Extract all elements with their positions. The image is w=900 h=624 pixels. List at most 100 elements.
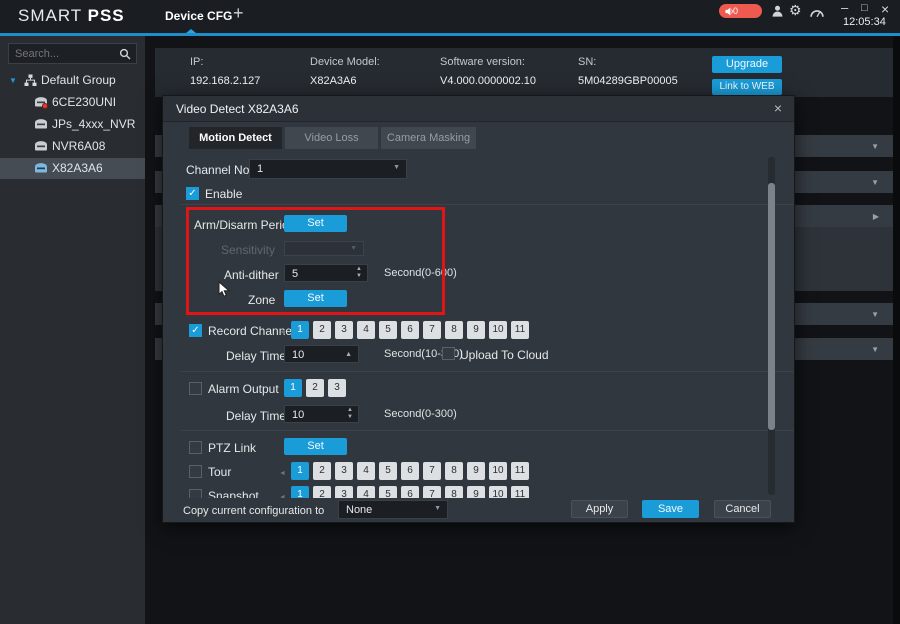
- new-tab-button[interactable]: +: [233, 3, 244, 24]
- channel-button-1[interactable]: 1: [284, 379, 302, 397]
- channel-button-10[interactable]: 10: [489, 486, 507, 498]
- device-tree-sidebar: ▼ Default Group 6CE230UNI JPs_4xxx_NVR N…: [0, 36, 145, 624]
- channel-button-6[interactable]: 6: [401, 486, 419, 498]
- dialog-title: Video Detect X82A3A6: [176, 102, 299, 116]
- link-to-web-button[interactable]: Link to WEB: [712, 79, 782, 95]
- gear-icon[interactable]: ⚙: [789, 2, 802, 19]
- apply-button[interactable]: Apply: [571, 500, 628, 518]
- spinner-up-icon[interactable]: ▲: [347, 407, 353, 414]
- group-icon: [24, 74, 37, 90]
- tab-device-cfg[interactable]: Device CFG: [165, 9, 232, 23]
- channel-button-3[interactable]: 3: [335, 486, 353, 498]
- chevron-down-icon[interactable]: ▼: [9, 76, 17, 85]
- window-edge: [893, 36, 900, 624]
- software-version-label: Software version:: [440, 56, 525, 68]
- scroll-left-icon[interactable]: ◄: [279, 494, 286, 498]
- channel-button-2[interactable]: 2: [313, 462, 331, 480]
- channel-button-11[interactable]: 11: [511, 321, 529, 339]
- tree-device-nvr6a08[interactable]: NVR6A08: [0, 136, 145, 157]
- channel-select-value: 1: [257, 163, 263, 175]
- ptz-link-checkbox[interactable]: [189, 441, 202, 454]
- tree-device-jps-4xxx-nvr[interactable]: JPs_4xxx_NVR: [0, 114, 145, 135]
- ptz-set-button[interactable]: Set: [284, 438, 347, 455]
- channel-button-5[interactable]: 5: [379, 462, 397, 480]
- channel-button-2[interactable]: 2: [306, 379, 324, 397]
- spinner-up-icon[interactable]: ▲: [345, 351, 352, 358]
- channel-button-7[interactable]: 7: [423, 486, 441, 498]
- channel-button-4[interactable]: 4: [357, 486, 375, 498]
- record-delay-stepper[interactable]: 10 ▲: [284, 345, 359, 363]
- upgrade-button[interactable]: Upgrade: [712, 56, 782, 73]
- channel-button-1[interactable]: 1: [291, 321, 309, 339]
- channel-button-9[interactable]: 9: [467, 486, 485, 498]
- channel-button-7[interactable]: 7: [423, 321, 441, 339]
- chevron-down-icon: ▼: [871, 142, 879, 151]
- cancel-button[interactable]: Cancel: [714, 500, 771, 518]
- scroll-left-icon[interactable]: ◄: [279, 470, 286, 477]
- network-gauge-icon[interactable]: [810, 5, 824, 23]
- channel-button-4[interactable]: 4: [357, 321, 375, 339]
- snapshot-checkbox[interactable]: [189, 489, 202, 498]
- channel-button-5[interactable]: 5: [379, 321, 397, 339]
- alarm-counter-badge[interactable]: 0: [719, 4, 762, 18]
- channel-button-7[interactable]: 7: [423, 462, 441, 480]
- check-icon: ✓: [191, 325, 199, 336]
- channel-button-6[interactable]: 6: [401, 321, 419, 339]
- channel-button-3[interactable]: 3: [335, 462, 353, 480]
- device-label[interactable]: JPs_4xxx_NVR: [52, 117, 135, 131]
- alarm-delay-stepper[interactable]: 10 ▲▼: [284, 405, 359, 423]
- tab-camera-masking[interactable]: Camera Masking: [381, 127, 476, 149]
- tour-checkbox[interactable]: [189, 465, 202, 478]
- alarm-output-checkbox[interactable]: [189, 382, 202, 395]
- channel-button-1[interactable]: 1: [291, 486, 309, 498]
- device-label[interactable]: X82A3A6: [52, 161, 103, 175]
- channel-button-3[interactable]: 3: [335, 321, 353, 339]
- dialog-close-button[interactable]: ×: [774, 100, 782, 116]
- minimize-button[interactable]: –: [841, 0, 848, 15]
- search-icon[interactable]: [119, 48, 131, 60]
- window-close-button[interactable]: ×: [881, 1, 889, 17]
- channel-button-8[interactable]: 8: [445, 462, 463, 480]
- channel-button-10[interactable]: 10: [489, 462, 507, 480]
- tab-video-loss[interactable]: Video Loss: [285, 127, 378, 149]
- tab-motion-detect[interactable]: Motion Detect: [189, 127, 282, 149]
- channel-button-9[interactable]: 9: [467, 321, 485, 339]
- copy-config-select[interactable]: None ▼: [338, 500, 448, 519]
- spinner-down-icon[interactable]: ▼: [347, 414, 353, 421]
- record-channel-checkbox[interactable]: ✓: [189, 324, 202, 337]
- dialog-scrollbar-thumb[interactable]: [768, 183, 775, 430]
- device-label[interactable]: 6CE230UNI: [52, 95, 116, 109]
- upload-to-cloud-checkbox[interactable]: [442, 347, 455, 360]
- channel-button-9[interactable]: 9: [467, 462, 485, 480]
- search-input[interactable]: [15, 45, 115, 62]
- channel-button-8[interactable]: 8: [445, 321, 463, 339]
- channel-button-11[interactable]: 11: [511, 462, 529, 480]
- enable-checkbox[interactable]: ✓: [186, 187, 199, 200]
- channel-button-10[interactable]: 10: [489, 321, 507, 339]
- channel-button-1[interactable]: 1: [291, 462, 309, 480]
- tree-group-default[interactable]: ▼ Default Group: [0, 70, 145, 91]
- tree-device-6ce230uni[interactable]: 6CE230UNI: [0, 92, 145, 113]
- delay-time-label: Delay Time: [226, 349, 286, 363]
- channel-button-2[interactable]: 2: [313, 321, 331, 339]
- channel-button-5[interactable]: 5: [379, 486, 397, 498]
- search-box[interactable]: [8, 43, 137, 64]
- scroll-left-icon[interactable]: ◄: [279, 329, 286, 336]
- channel-select[interactable]: 1 ▼: [249, 159, 407, 179]
- tree-device-x82a3a6-selected[interactable]: X82A3A6: [0, 158, 145, 179]
- chevron-down-icon: ▼: [393, 164, 400, 171]
- group-label[interactable]: Default Group: [41, 73, 116, 87]
- channel-button-4[interactable]: 4: [357, 462, 375, 480]
- channel-button-8[interactable]: 8: [445, 486, 463, 498]
- ip-value: 192.168.2.127: [190, 75, 260, 87]
- channel-button-6[interactable]: 6: [401, 462, 419, 480]
- channel-button-3[interactable]: 3: [328, 379, 346, 397]
- channel-button-11[interactable]: 11: [511, 486, 529, 498]
- save-button[interactable]: Save: [642, 500, 699, 518]
- channel-button-2[interactable]: 2: [313, 486, 331, 498]
- sn-label: SN:: [578, 56, 596, 68]
- maximize-button[interactable]: □: [861, 2, 868, 14]
- snapshot-label: Snapshot: [208, 489, 259, 498]
- user-icon[interactable]: [772, 4, 783, 22]
- device-label[interactable]: NVR6A08: [52, 139, 105, 153]
